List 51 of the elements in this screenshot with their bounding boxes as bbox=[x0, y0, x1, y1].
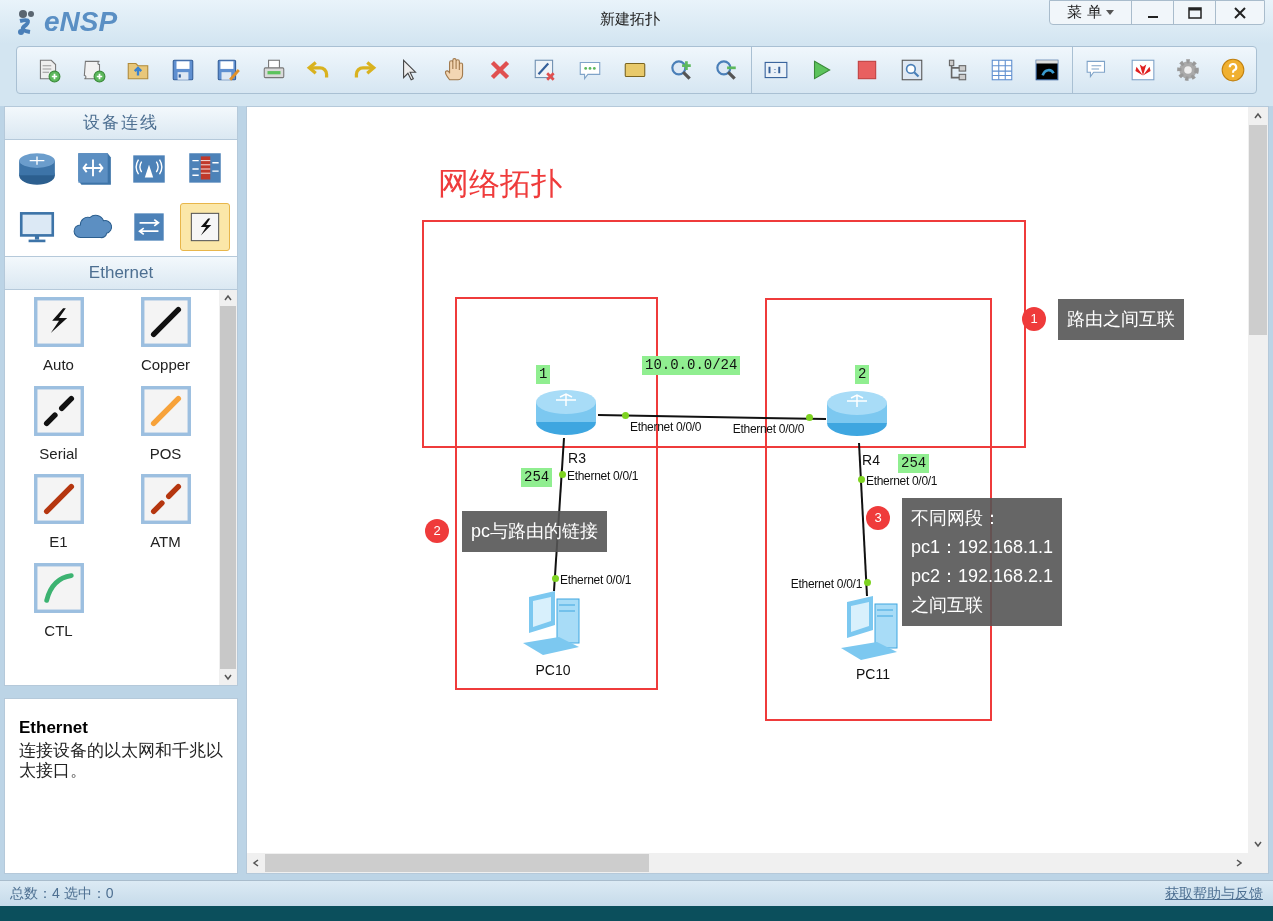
port-label: Ethernet 0/0/1 bbox=[866, 474, 938, 488]
address-tag: 10.0.0.0/24 bbox=[642, 356, 741, 375]
description-title: Ethernet bbox=[19, 717, 89, 739]
cable-type[interactable]: CTL bbox=[13, 561, 104, 642]
device-label: PC11 bbox=[856, 665, 890, 684]
callout-number: 3 bbox=[866, 506, 890, 530]
cable-type[interactable]: POS bbox=[120, 384, 211, 465]
scrollbar[interactable] bbox=[1248, 107, 1268, 853]
address-tag: 254 bbox=[898, 454, 930, 473]
minimize-icon bbox=[1147, 15, 1158, 18]
cable-line[interactable] bbox=[597, 414, 827, 420]
scroll-right-icon bbox=[1236, 859, 1242, 867]
canvas-title: 网络拓扑 bbox=[438, 165, 562, 203]
callout-number: 1 bbox=[1022, 307, 1046, 331]
status-text: 总数：4 选中：0 bbox=[10, 884, 114, 903]
close-icon bbox=[1234, 6, 1246, 19]
address-tag: 1 bbox=[536, 365, 551, 384]
device-label: PC10 bbox=[535, 661, 571, 680]
cable-type[interactable]: Auto bbox=[13, 296, 104, 377]
callout-note: 路由之间互联 bbox=[1058, 299, 1184, 340]
address-tag: 254 bbox=[521, 468, 553, 487]
cable-type[interactable]: Copper bbox=[120, 296, 211, 377]
settings-icon bbox=[1175, 57, 1202, 83]
description-text: 连接设备的以太网和千兆以太接口。 bbox=[19, 740, 223, 781]
lightning-icon bbox=[32, 296, 85, 348]
cable-type[interactable]: E1 bbox=[13, 473, 104, 554]
cable-type[interactable]: Serial bbox=[13, 384, 104, 465]
callout-note: pc与路由的链接 bbox=[462, 511, 607, 552]
maximize-icon bbox=[1187, 6, 1202, 19]
scrollbar[interactable] bbox=[247, 853, 1268, 873]
port-label: Ethernet 0/0/1 bbox=[560, 573, 632, 587]
address-tag: 2 bbox=[855, 365, 870, 384]
callout-number: 2 bbox=[425, 519, 449, 543]
device-label: R4 bbox=[862, 451, 880, 470]
cable-type[interactable]: ATM bbox=[120, 473, 211, 554]
panel-header: Ethernet bbox=[4, 256, 238, 290]
callout-note: 不同网段： pc1：192.168.1.1 pc2：192.168.2.1 之间互联 bbox=[902, 498, 1063, 626]
help-link[interactable]: 获取帮助与反馈 bbox=[1165, 883, 1263, 904]
window-title: 新建拓扑 bbox=[600, 9, 660, 29]
caret-icon bbox=[1105, 9, 1114, 16]
app-name: eNSP bbox=[44, 5, 118, 39]
console-icon bbox=[1034, 57, 1061, 83]
help-icon bbox=[1220, 57, 1247, 83]
port-label: Ethernet 0/0/1 bbox=[790, 577, 862, 591]
device-label: R3 bbox=[568, 449, 586, 468]
scrollbar[interactable] bbox=[219, 290, 237, 685]
port-label: Ethernet 0/0/1 bbox=[567, 469, 639, 483]
device-category[interactable] bbox=[180, 203, 230, 251]
panel-header: 设备连线 bbox=[4, 106, 238, 140]
save-as-icon bbox=[215, 57, 242, 83]
petal-logo-icon bbox=[1129, 57, 1156, 83]
